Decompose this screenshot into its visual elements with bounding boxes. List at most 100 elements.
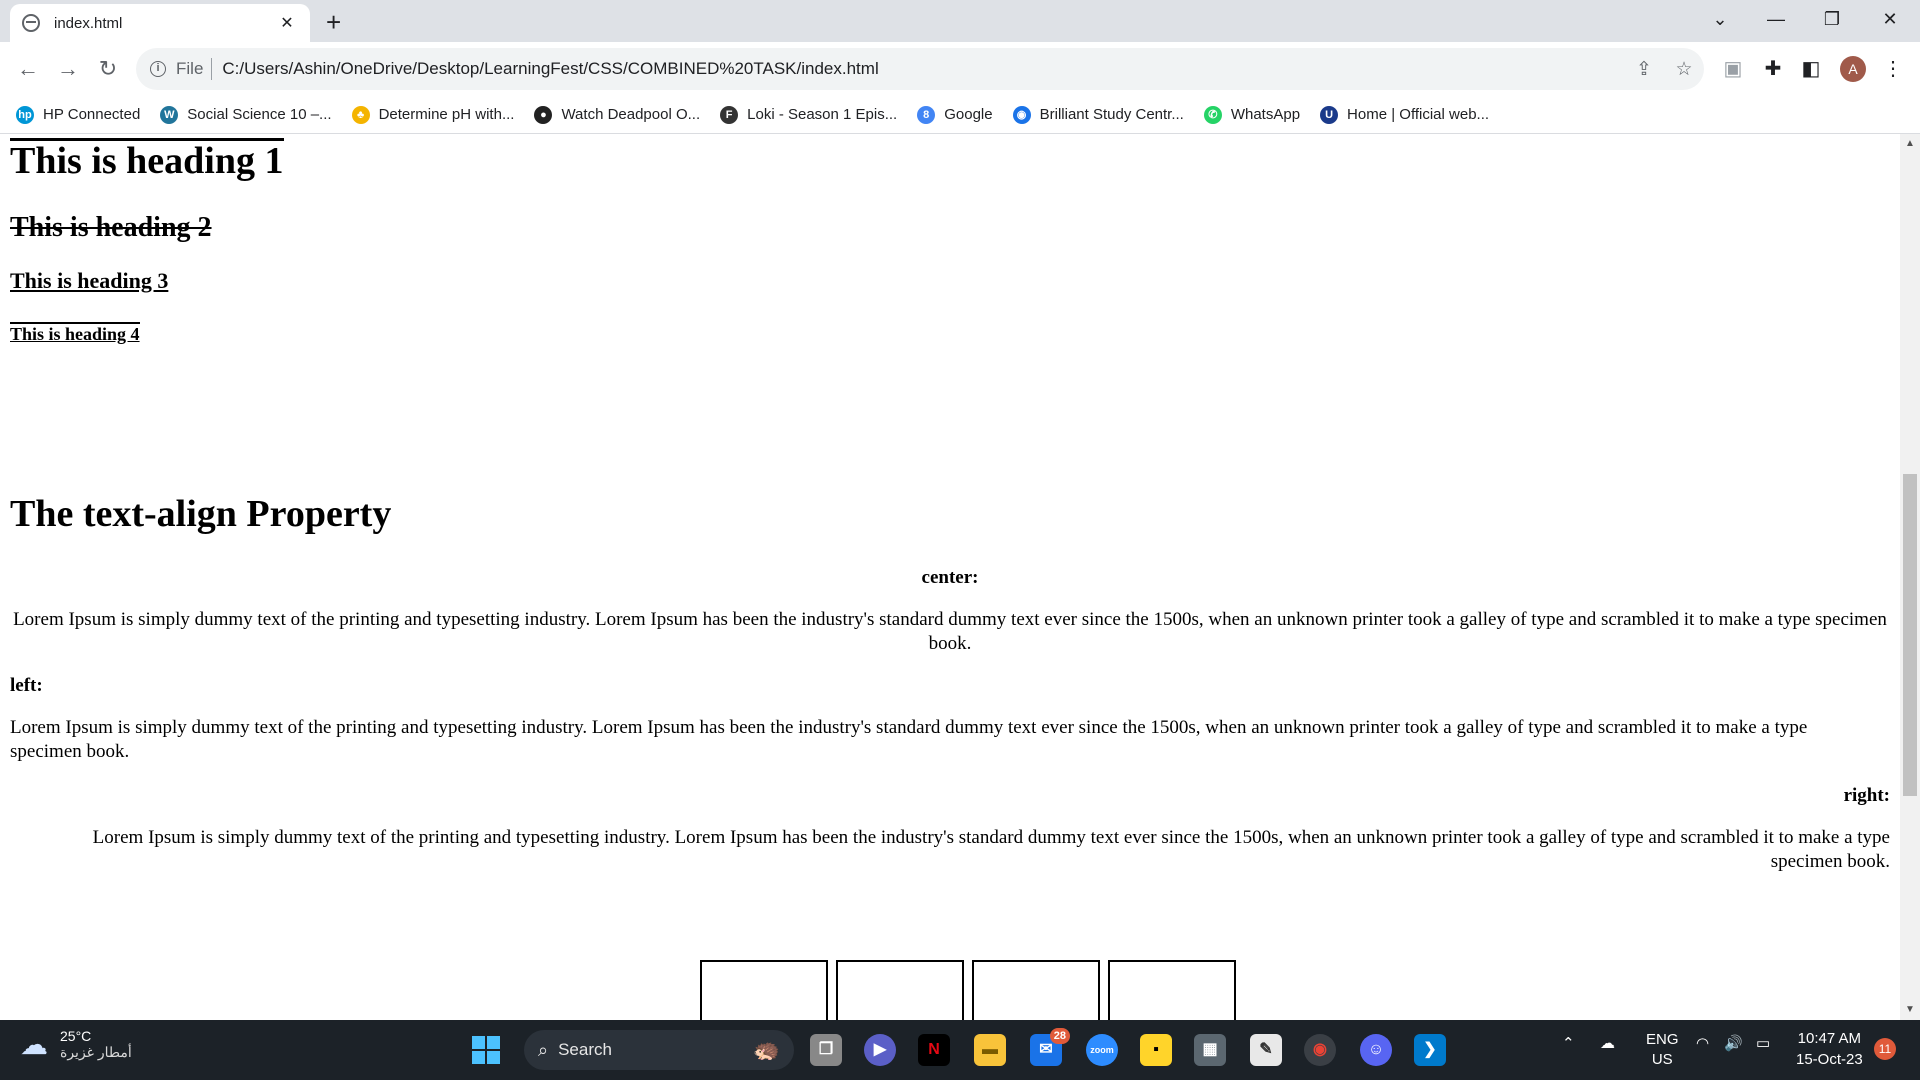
globe-icon [22,14,40,32]
minimize-button[interactable]: — [1756,6,1796,32]
teams-chat-icon[interactable]: ▶ [864,1034,896,1066]
bookmark-favicon-icon: ✆ [1203,105,1222,124]
bookmark-item[interactable]: hp HP Connected [16,105,141,124]
language-indicator[interactable]: ENG US [1646,1030,1679,1070]
bookmark-label: Google [944,106,993,123]
side-panel-icon[interactable]: ◧ [1796,56,1826,82]
left-paragraph: Lorem Ipsum is simply dummy text of the … [10,717,1808,762]
bookmark-item[interactable]: ♣ Determine pH with... [351,105,515,124]
bookmark-label: WhatsApp [1230,106,1301,123]
bookmark-favicon-icon: ♣ [351,105,370,124]
system-clock[interactable]: 10:47 AM 15-Oct-23 [1796,1028,1863,1070]
weather-temperature: 25°C [60,1028,92,1044]
bookmark-favicon-icon: 8 [917,105,936,124]
cloud-rain-icon: ☁ [20,1029,48,1060]
bookmark-label: Determine pH with... [378,106,515,123]
language-code: ENG [1646,1031,1679,1048]
close-window-button[interactable]: ✕ [1870,6,1910,32]
center-paragraph: Lorem Ipsum is simply dummy text of the … [13,609,1887,654]
discord-icon[interactable]: ☺ [1360,1034,1392,1066]
reload-button[interactable]: ↻ [92,55,124,83]
file-explorer-icon[interactable]: ▬ [974,1034,1006,1066]
taskbar-search[interactable]: ⌕ Search 🦔 [524,1030,794,1070]
zoom-icon[interactable]: zoom [1086,1034,1118,1066]
notepad-icon[interactable]: ✎ [1250,1034,1282,1066]
bordered-box [1108,960,1236,1020]
clock-time: 10:47 AM [1797,1030,1862,1047]
notification-badge[interactable]: 11 [1874,1038,1896,1060]
bookmark-label: Watch Deadpool O... [561,106,701,123]
center-label: center: [921,567,979,588]
bookmark-favicon-icon: U [1320,105,1339,124]
volume-icon[interactable]: 🔊 [1724,1034,1743,1052]
onedrive-icon[interactable]: ☁ [1600,1034,1615,1052]
search-label: Search [558,1040,612,1059]
vscode-icon[interactable]: ❯ [1414,1034,1446,1066]
browser-tab[interactable]: index.html ✕ [10,4,310,42]
extensions-puzzle-icon[interactable]: ✚ [1758,56,1788,82]
start-button[interactable] [472,1036,500,1064]
bookmark-star-icon[interactable]: ☆ [1664,58,1704,81]
menu-kebab-icon[interactable]: ⋮ [1878,56,1908,82]
wifi-icon[interactable]: ◠ [1696,1034,1709,1052]
address-bar[interactable]: i File C:/Users/Ashin/OneDrive/Desktop/L… [136,48,1704,90]
language-region: US [1651,1051,1673,1068]
calculator-icon[interactable]: ▦ [1194,1034,1226,1066]
box-row [700,960,1236,1020]
weather-widget[interactable]: ☁ 25°C أمطار غزيرة [20,1028,132,1061]
bookmark-favicon-icon: F [720,105,739,124]
bookmark-item[interactable]: F Loki - Season 1 Epis... [720,105,897,124]
right-section: right: Lorem Ipsum is simply dummy text … [10,784,1890,874]
windows-taskbar: ☁ 25°C أمطار غزيرة ⌕ Search 🦔 ❐ ▶ N ▬ ✉ 2… [0,1020,1920,1080]
mail-badge: 28 [1049,1028,1070,1044]
sticky-notes-icon[interactable]: ▪ [1140,1034,1172,1066]
vertical-scrollbar[interactable]: ▲ ▼ [1900,134,1920,1020]
weather-description: أمطار غزيرة [60,1044,132,1060]
bookmark-label: Brilliant Study Centr... [1039,106,1184,123]
battery-icon[interactable]: ▭ [1756,1034,1770,1052]
new-tab-button[interactable]: + [326,8,341,36]
scroll-down-icon[interactable]: ▼ [1900,1004,1920,1015]
tray-overflow-icon[interactable]: ⌃ [1562,1034,1575,1052]
bookmark-favicon-icon: hp [16,105,34,124]
bookmark-item[interactable]: ● Watch Deadpool O... [534,105,701,124]
heading-3-underline: This is heading 3 [10,268,169,293]
info-icon[interactable]: i [150,61,166,77]
heading-1: This is heading 1 [10,138,284,182]
chrome-icon[interactable]: ◉ [1304,1034,1336,1066]
url-text[interactable]: C:/Users/Ashin/OneDrive/Desktop/Learning… [222,59,1624,79]
bordered-box [700,960,828,1020]
browser-toolbar: ← → ↻ i File C:/Users/Ashin/OneDrive/Des… [0,42,1920,96]
task-view-icon[interactable]: ❐ [810,1034,842,1066]
restore-button[interactable]: ❐ [1812,6,1852,32]
url-scheme: File [176,59,204,78]
netflix-icon[interactable]: N [918,1034,950,1066]
bookmark-item[interactable]: W Social Science 10 –... [160,105,332,124]
scroll-thumb[interactable] [1903,474,1917,796]
scroll-up-icon[interactable]: ▲ [1900,138,1920,149]
back-button[interactable]: ← [12,55,44,83]
bookmark-label: HP Connected [43,106,141,123]
bookmark-item[interactable]: U Home | Official web... [1320,105,1489,124]
heading-2-strikethrough: This is heading 2 [10,212,212,243]
extension-pocket-icon[interactable]: ▣ [1718,56,1748,82]
share-icon[interactable]: ⇪ [1624,58,1664,81]
center-section: center: Lorem Ipsum is simply dummy text… [10,566,1890,656]
close-tab-icon[interactable]: ✕ [276,13,298,33]
left-label: left: [10,675,43,696]
mail-icon[interactable]: ✉ 28 [1030,1028,1070,1066]
bookmark-favicon-icon: ◉ [1012,105,1031,124]
search-highlight-icon: 🦔 [752,1037,780,1062]
forward-button[interactable]: → [52,55,84,83]
tab-strip: index.html ✕ + ⌄ — ❐ ✕ [0,0,1920,42]
heading-4-overline: This is heading 4 [10,322,140,344]
page-content: This is heading 1 This is heading 2 This… [0,134,1900,1020]
text-align-heading: The text-align Property [10,493,392,535]
url-separator [211,58,213,80]
bookmark-item[interactable]: 8 Google [917,105,993,124]
bookmark-item[interactable]: ✆ WhatsApp [1203,105,1301,124]
right-label: right: [1843,785,1890,806]
bookmark-item[interactable]: ◉ Brilliant Study Centr... [1012,105,1184,124]
profile-avatar[interactable]: A [1840,56,1866,82]
tab-search-icon[interactable]: ⌄ [1700,6,1740,32]
